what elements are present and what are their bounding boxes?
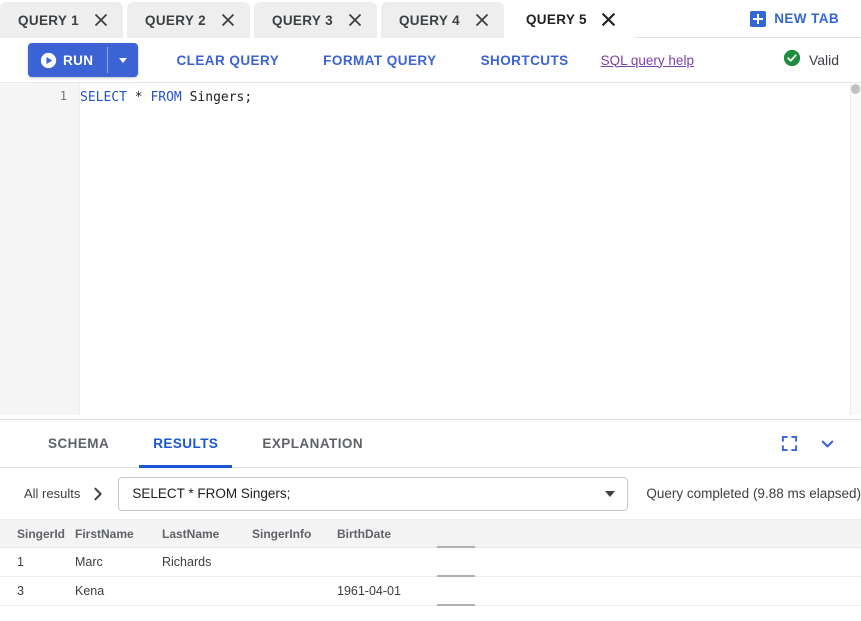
shortcuts-button[interactable]: SHORTCUTS [481, 53, 569, 68]
query-status-text: Query completed (9.88 ms elapsed) [646, 486, 861, 501]
caret-down-icon [119, 58, 127, 63]
chevron-down-icon[interactable] [818, 434, 837, 453]
results-filter-bar: All results SELECT * FROM Singers; Query… [0, 468, 861, 520]
column-header-lastname[interactable]: LastName [162, 527, 252, 541]
query-tab-label: QUERY 5 [526, 12, 587, 27]
query-tab-5[interactable]: QUERY 5 [508, 0, 631, 38]
column-header-birthdate[interactable]: BirthDate [337, 527, 437, 541]
cell-birthdate: 1961-04-01 [337, 584, 437, 598]
query-validity-status: Valid [783, 49, 839, 72]
run-button-group[interactable]: RUN [28, 43, 138, 77]
cell-firstname: Kena [75, 584, 162, 598]
sql-query-workbench: QUERY 1 QUERY 2 QUERY 3 QUERY 4 [0, 0, 861, 621]
chevron-right-icon [90, 486, 106, 502]
query-toolbar: RUN CLEAR QUERY FORMAT QUERY SHORTCUTS S… [0, 38, 861, 82]
tab-bar-filler [635, 0, 750, 38]
new-tab-label: NEW TAB [774, 11, 839, 26]
close-icon[interactable] [474, 12, 490, 28]
clear-query-button[interactable]: CLEAR QUERY [176, 53, 279, 68]
table-row[interactable]: 1 Marc Richards [0, 548, 861, 577]
results-table: SingerId FirstName LastName SingerInfo B… [0, 520, 861, 606]
cell-lastname: Richards [162, 555, 252, 569]
column-header-singerid[interactable]: SingerId [0, 527, 75, 541]
play-circle-icon [40, 52, 57, 69]
results-panel-tabs: SCHEMA RESULTS EXPLANATION [0, 420, 861, 468]
sql-query-help-link[interactable]: SQL query help [601, 53, 694, 68]
results-panel-actions [781, 434, 837, 453]
query-select-value: SELECT * FROM Singers; [119, 486, 593, 501]
query-tab-label: QUERY 2 [145, 13, 206, 28]
run-label: RUN [63, 53, 93, 68]
cell-singerid: 1 [0, 555, 75, 569]
editor-gutter: 1 [0, 83, 80, 415]
caret-down-icon[interactable] [593, 491, 627, 497]
new-tab-button[interactable]: NEW TAB [750, 0, 861, 38]
close-icon[interactable] [347, 12, 363, 28]
query-tab-bar: QUERY 1 QUERY 2 QUERY 3 QUERY 4 [0, 0, 861, 38]
results-panel: SCHEMA RESULTS EXPLANATION All results [0, 419, 861, 621]
query-tab-2[interactable]: QUERY 2 [127, 2, 250, 38]
format-query-button[interactable]: FORMAT QUERY [323, 53, 436, 68]
query-tab-3[interactable]: QUERY 3 [254, 2, 377, 38]
sql-keyword-from: FROM [150, 90, 181, 105]
close-icon[interactable] [601, 11, 617, 27]
column-header-firstname[interactable]: FirstName [75, 527, 162, 541]
tab-schema[interactable]: SCHEMA [26, 420, 131, 468]
table-header-row: SingerId FirstName LastName SingerInfo B… [0, 520, 861, 548]
query-tab-label: QUERY 1 [18, 13, 79, 28]
tab-explanation[interactable]: EXPLANATION [240, 420, 385, 468]
tab-results[interactable]: RESULTS [131, 420, 240, 468]
check-circle-icon [783, 49, 801, 72]
close-icon[interactable] [220, 12, 236, 28]
editor-scrollbar-thumb[interactable] [851, 84, 860, 94]
query-tab-strip: QUERY 1 QUERY 2 QUERY 3 QUERY 4 [0, 0, 635, 38]
fullscreen-icon[interactable] [781, 435, 798, 452]
editor-scrollbar[interactable] [850, 83, 861, 415]
query-tab-label: QUERY 4 [399, 13, 460, 28]
all-results-label: All results [24, 486, 80, 501]
sql-table-token: Singers; [182, 90, 252, 105]
sql-keyword-select: SELECT [80, 90, 127, 105]
close-icon[interactable] [93, 12, 109, 28]
table-row[interactable]: 3 Kena 1961-04-01 [0, 577, 861, 606]
run-button[interactable]: RUN [28, 43, 107, 77]
run-dropdown-button[interactable] [108, 43, 138, 77]
query-tab-4[interactable]: QUERY 4 [381, 2, 504, 38]
column-header-singerinfo[interactable]: SingerInfo [252, 527, 337, 541]
validity-label: Valid [809, 52, 839, 68]
cell-firstname: Marc [75, 555, 162, 569]
query-tab-label: QUERY 3 [272, 13, 333, 28]
line-number: 1 [60, 89, 67, 103]
sql-editor[interactable]: 1 SELECT * FROM Singers; [0, 82, 861, 415]
plus-square-icon [750, 11, 766, 27]
query-tab-1[interactable]: QUERY 1 [0, 2, 123, 38]
column-resize-marker[interactable] [437, 604, 475, 606]
sql-star-token: * [127, 90, 150, 105]
sql-code-text[interactable]: SELECT * FROM Singers; [80, 89, 252, 107]
cell-singerid: 3 [0, 584, 75, 598]
query-select-dropdown[interactable]: SELECT * FROM Singers; [118, 477, 628, 511]
